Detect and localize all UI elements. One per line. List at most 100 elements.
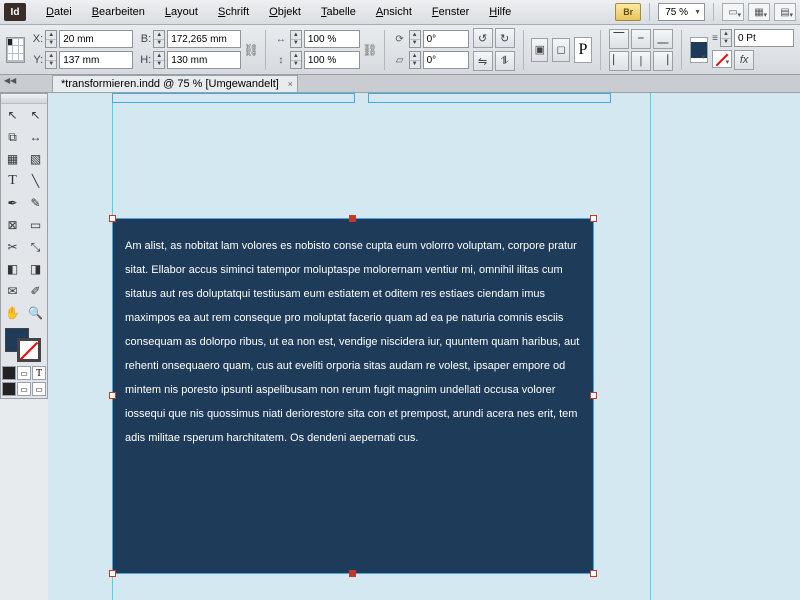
- sx-stepper[interactable]: ▲▼: [290, 30, 302, 48]
- menu-schrift[interactable]: Schrift: [208, 6, 259, 18]
- flip-h-button[interactable]: ⇋: [473, 51, 493, 71]
- pencil-tool[interactable]: ✎: [24, 192, 47, 214]
- handle-bottom-left[interactable]: [109, 570, 116, 577]
- text-frame-content[interactable]: Am alist, as nobitat lam volores es nobi…: [113, 219, 593, 573]
- arrange-docs-icon[interactable]: ▦: [748, 3, 770, 21]
- fill-swatch[interactable]: [690, 37, 709, 63]
- content-placer-tool[interactable]: ▧: [24, 148, 47, 170]
- select-container-button[interactable]: ▣: [531, 38, 548, 62]
- sy-stepper[interactable]: ▲▼: [290, 51, 302, 69]
- handle-top-left[interactable]: [109, 215, 116, 222]
- menu-tabelle[interactable]: Tabelle: [311, 6, 366, 18]
- screen-mode-icon[interactable]: ▭: [722, 3, 744, 21]
- tab-close-icon[interactable]: ×: [288, 79, 293, 89]
- rotation-input[interactable]: 0°: [423, 30, 469, 48]
- gradient-feather-tool[interactable]: ◨: [24, 258, 47, 280]
- align-1[interactable]: ⎺: [609, 29, 629, 49]
- panel-collapse-marker[interactable]: ◀◀: [4, 76, 16, 85]
- eyedropper-tool[interactable]: ✐: [24, 280, 47, 302]
- apply-gradient-button[interactable]: ▭: [17, 366, 31, 380]
- align-5[interactable]: |: [631, 51, 651, 71]
- apply-color-button[interactable]: [2, 366, 16, 380]
- document-tab[interactable]: *transformieren.indd @ 75 % [Umgewandelt…: [52, 75, 298, 92]
- w-stepper[interactable]: ▲▼: [153, 30, 165, 48]
- rotate-ccw-button[interactable]: ↺: [473, 28, 493, 48]
- gradient-swatch-tool[interactable]: ◧: [1, 258, 24, 280]
- canvas-area[interactable]: Am alist, as nobitat lam volores es nobi…: [48, 93, 800, 600]
- align-4[interactable]: ⎸: [609, 51, 629, 71]
- rotate-cw-button[interactable]: ↻: [495, 28, 515, 48]
- align-3[interactable]: ⎽: [653, 29, 673, 49]
- handle-top-right[interactable]: [590, 215, 597, 222]
- frame-text: Am alist, as nobitat lam volores es nobi…: [125, 240, 579, 444]
- line-tool[interactable]: ╲: [24, 170, 47, 192]
- menu-objekt[interactable]: Objekt: [259, 6, 311, 18]
- mode-btn-2[interactable]: ▭: [17, 382, 31, 396]
- h-stepper[interactable]: ▲▼: [153, 51, 165, 69]
- x-input[interactable]: 20 mm: [59, 30, 133, 48]
- pen-tool[interactable]: ✒: [1, 192, 24, 214]
- document-tab-row: *transformieren.indd @ 75 % [Umgewandelt…: [0, 75, 800, 93]
- menu-fenster[interactable]: Fenster: [422, 6, 479, 18]
- note-tool[interactable]: ✉: [1, 280, 24, 302]
- stroke-stepper[interactable]: ▲▼: [720, 29, 732, 47]
- constrain-wh-icon[interactable]: ⛓: [245, 33, 257, 67]
- stroke-swatch[interactable]: [712, 50, 732, 68]
- rot-stepper[interactable]: ▲▼: [409, 30, 421, 48]
- selected-text-frame[interactable]: Am alist, as nobitat lam volores es nobi…: [112, 218, 594, 574]
- menu-hilfe[interactable]: Hilfe: [479, 6, 521, 18]
- shear-stepper[interactable]: ▲▼: [409, 51, 421, 69]
- handle-left[interactable]: [109, 392, 116, 399]
- zoom-selector[interactable]: 75 %: [658, 3, 705, 21]
- page-tool[interactable]: ⧉: [1, 126, 24, 148]
- mode-btn-1[interactable]: [2, 382, 16, 396]
- label-x: X:: [29, 33, 43, 45]
- align-2[interactable]: ⎯: [631, 29, 651, 49]
- guide-v-right[interactable]: [650, 93, 651, 600]
- rectangle-tool[interactable]: ▭: [24, 214, 47, 236]
- flip-v-button[interactable]: ⥮: [495, 51, 515, 71]
- apply-none-button[interactable]: T: [32, 366, 46, 380]
- y-stepper[interactable]: ▲▼: [45, 51, 57, 69]
- menu-datei[interactable]: Datei: [36, 6, 82, 18]
- scissors-tool[interactable]: ✂: [1, 236, 24, 258]
- handle-top[interactable]: [349, 215, 356, 222]
- hand-tool[interactable]: ✋: [1, 302, 24, 324]
- mode-btn-3[interactable]: ▭: [32, 382, 46, 396]
- gap-tool[interactable]: ↔: [24, 126, 47, 148]
- constrain-scale-icon[interactable]: ⛓: [364, 33, 376, 67]
- w-input[interactable]: 172,265 mm: [167, 30, 241, 48]
- menu-ansicht[interactable]: Ansicht: [366, 6, 422, 18]
- workspace-icon[interactable]: ▤: [774, 3, 796, 21]
- stroke-proxy[interactable]: [17, 338, 41, 362]
- zoom-tool[interactable]: 🔍: [24, 302, 47, 324]
- x-stepper[interactable]: ▲▼: [45, 30, 57, 48]
- stroke-weight-input[interactable]: 0 Pt: [734, 29, 794, 47]
- handle-right[interactable]: [590, 392, 597, 399]
- bridge-button[interactable]: Br: [615, 3, 641, 21]
- selection-tool[interactable]: ↖: [1, 104, 24, 126]
- rectangle-frame-tool[interactable]: ⊠: [1, 214, 24, 236]
- direct-selection-tool[interactable]: ↖: [24, 104, 47, 126]
- top-frame-2[interactable]: [368, 93, 611, 103]
- free-transform-tool[interactable]: ⤡: [24, 236, 47, 258]
- h-input[interactable]: 130 mm: [167, 51, 241, 69]
- type-tool[interactable]: T: [1, 170, 24, 192]
- handle-bottom[interactable]: [349, 570, 356, 577]
- toolbox-grip[interactable]: [1, 94, 47, 104]
- shear-input[interactable]: 0°: [423, 51, 469, 69]
- scale-y-input[interactable]: 100 %: [304, 51, 360, 69]
- menu-bearbeiten[interactable]: Bearbeiten: [82, 6, 155, 18]
- fill-stroke-proxy[interactable]: [1, 326, 47, 364]
- scale-x-input[interactable]: 100 %: [304, 30, 360, 48]
- rotate-icon: ⟳: [393, 32, 407, 46]
- y-input[interactable]: 137 mm: [59, 51, 133, 69]
- align-6[interactable]: ⎹: [653, 51, 673, 71]
- top-frame-1[interactable]: [112, 93, 355, 103]
- menu-layout[interactable]: Layout: [155, 6, 208, 18]
- fx-button[interactable]: fx: [734, 50, 754, 70]
- reference-point-grid[interactable]: [6, 37, 25, 63]
- handle-bottom-right[interactable]: [590, 570, 597, 577]
- content-collector-tool[interactable]: ▦: [1, 148, 24, 170]
- select-content-button[interactable]: ◻: [552, 38, 569, 62]
